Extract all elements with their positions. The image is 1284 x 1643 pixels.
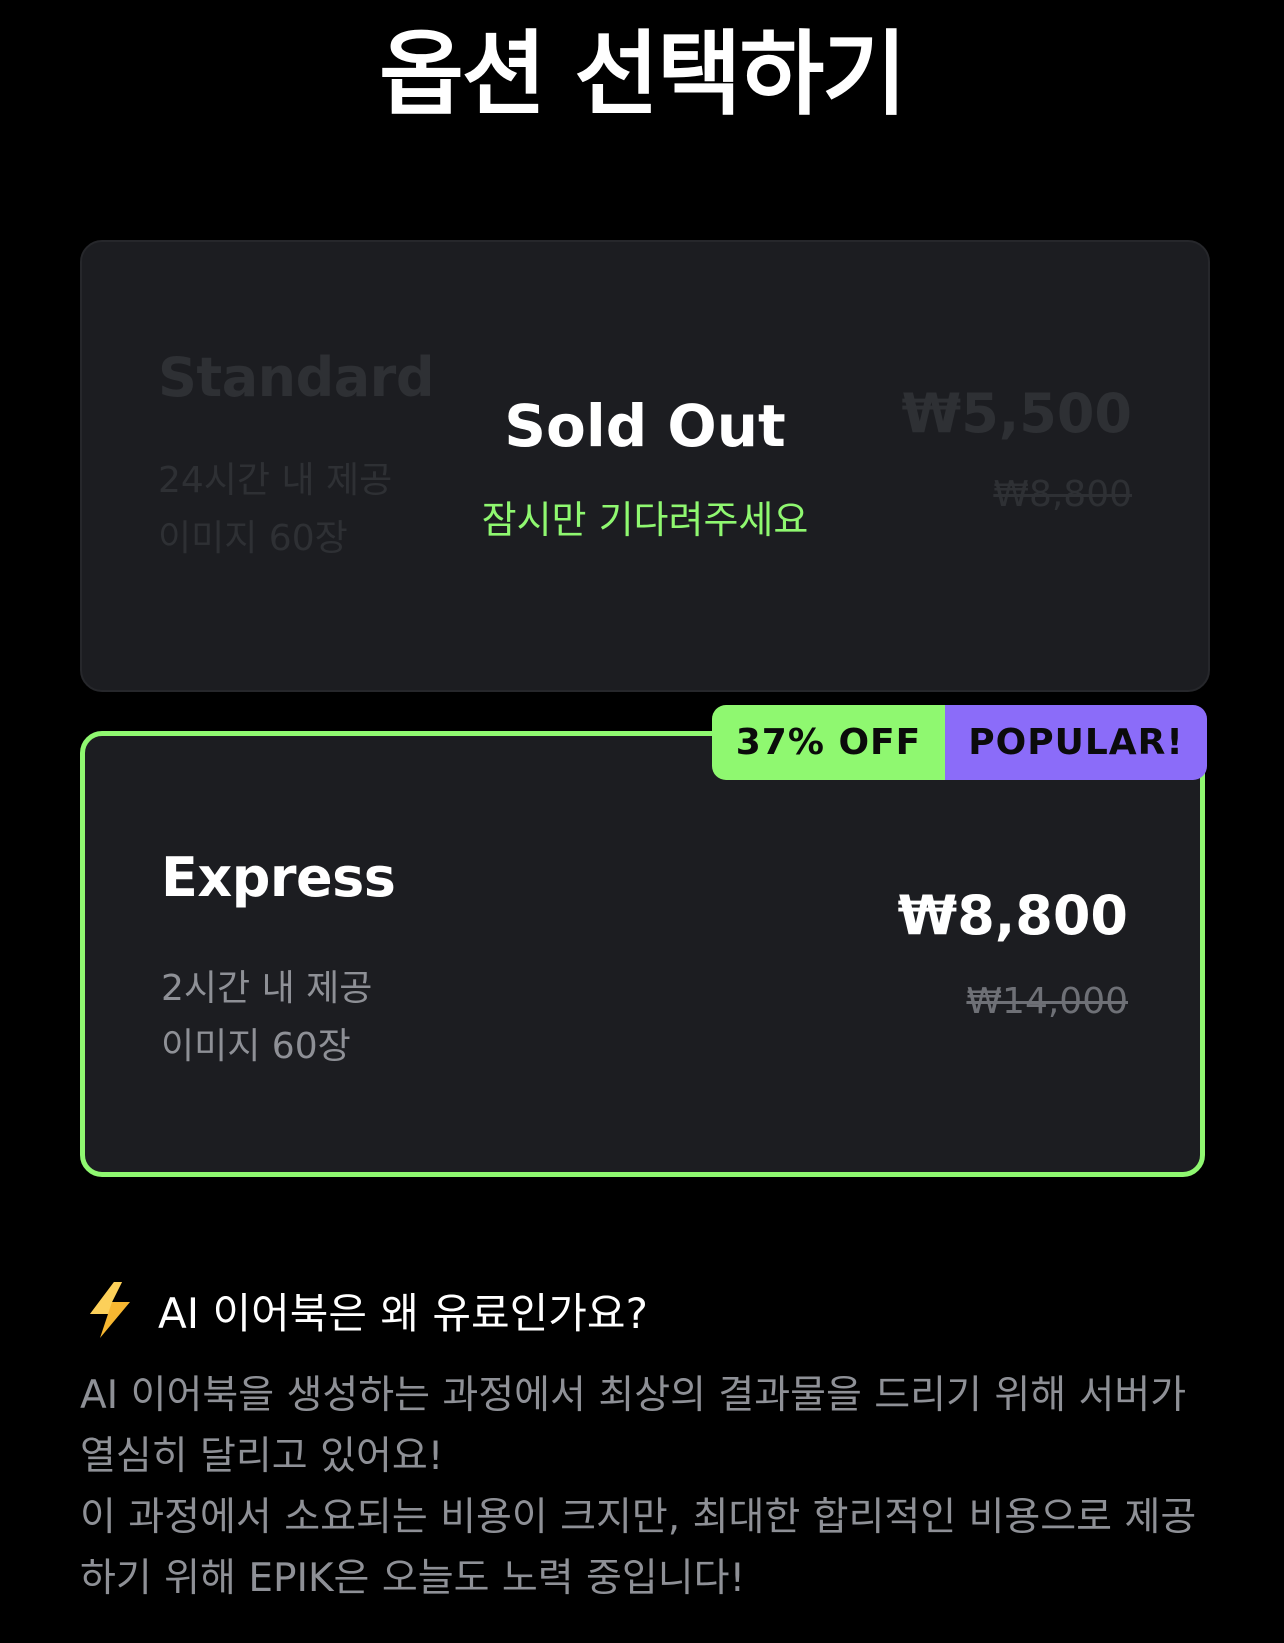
lightning-bolt-icon — [90, 1282, 130, 1338]
popular-badge: POPULAR! — [945, 705, 1207, 780]
option-name: Express — [161, 846, 396, 909]
option-original-price: ₩14,000 — [966, 981, 1128, 1022]
option-badges: 37% OFF POPULAR! — [712, 705, 1207, 780]
faq-question-text: AI 이어북은 왜 유료인가요? — [158, 1288, 648, 1338]
faq-answer-paragraph: AI 이어북을 생성하는 과정에서 최상의 결과물을 드리기 위해 서버가 열심… — [80, 1373, 1187, 1479]
option-detail-images: 이미지 60장 — [161, 1026, 351, 1067]
page-title: 옵션 선택하기 — [379, 21, 907, 128]
faq-answer: AI 이어북을 생성하는 과정에서 최상의 결과물을 드리기 위해 서버가 열심… — [80, 1365, 1210, 1609]
sold-out-subtext: 잠시만 기다려주세요 — [481, 498, 809, 542]
faq-answer-paragraph: 이 과정에서 소요되는 비용이 크지만, 최대한 합리적인 비용으로 제공하기 … — [80, 1495, 1197, 1601]
option-card-express[interactable]: Express 2시간 내 제공 이미지 60장 ₩8,800 ₩14,000 — [80, 731, 1205, 1177]
faq-question: AI 이어북은 왜 유료인가요? — [84, 1280, 648, 1340]
sold-out-label: Sold Out — [504, 392, 786, 460]
discount-badge: 37% OFF — [712, 705, 945, 780]
option-price: ₩8,800 — [897, 884, 1128, 947]
option-card-standard: Standard 24시간 내 제공 이미지 60장 ₩5,500 ₩8,800… — [80, 240, 1210, 692]
option-detail-delivery: 2시간 내 제공 — [161, 968, 373, 1009]
